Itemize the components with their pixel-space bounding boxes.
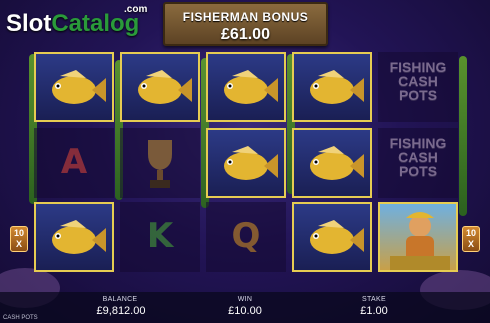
cash-pots-label: CASH POTS [3,315,38,321]
fish-icon [310,146,364,180]
letter-q-symbol: Q [206,202,286,272]
slotcatalog-logo: SlotCatalog .com [6,4,148,37]
bonus-title: FISHERMAN BONUS [182,10,309,24]
fishing-cash-pots-symbol: FISHING CASH POTS [378,128,458,198]
multiplier-badge-right: 10 X [462,226,480,252]
fish-symbol [34,202,114,272]
fish-symbol [120,52,200,122]
win-value: £10.00 [228,305,262,317]
fisherman-bonus-plank: FISHERMAN BONUS £61.00 [163,2,328,46]
stake-value: £1.00 [360,305,388,317]
balance-label: BALANCE [102,296,138,303]
fish-icon [310,220,364,254]
fish-symbol [292,52,372,122]
fish-symbol [206,128,286,198]
win-label: WIN [237,296,253,303]
fish-icon [310,70,364,104]
fish-icon [52,70,106,104]
balance-value: £9,812.00 [96,305,146,317]
letter-a-symbol: A [34,128,114,198]
fisherman-wild-symbol [378,202,458,272]
trophy-symbol [120,128,200,198]
fish-symbol [292,202,372,272]
fish-icon [224,70,278,104]
fish-symbol [292,128,372,198]
fish-icon [138,70,192,104]
fish-symbol [206,52,286,122]
bonus-amount: £61.00 [221,26,270,43]
fish-icon [52,220,106,254]
reel-grid: FISHING CASH POTS A FISHING CASH POTS K Q [30,48,462,276]
fish-symbol [34,52,114,122]
fish-icon [224,146,278,180]
fisherman-icon [390,212,450,270]
multiplier-badge-left: 10 X [10,226,28,252]
letter-k-symbol: K [120,202,200,272]
trophy-icon [148,140,172,188]
fishing-cash-pots-symbol: FISHING CASH POTS [378,52,458,122]
stake-label: STAKE [362,296,386,303]
